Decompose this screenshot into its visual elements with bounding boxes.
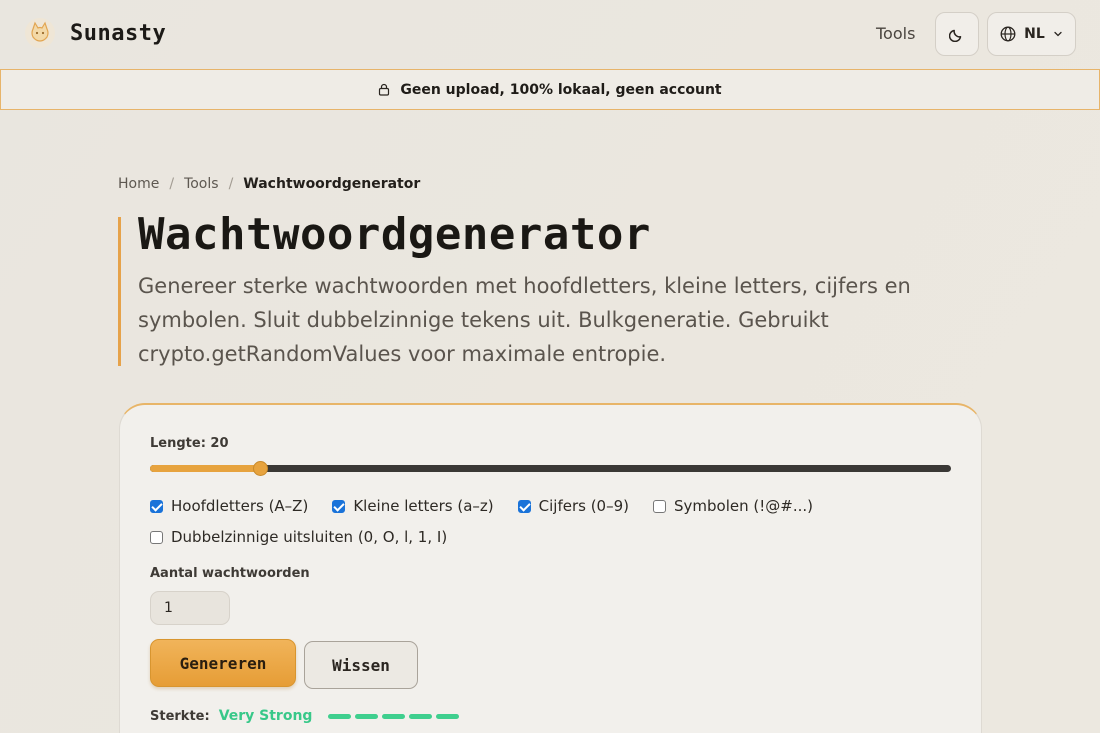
page-title: Wachtwoordgenerator xyxy=(138,209,651,260)
uppercase-label: Hoofdletters (A–Z) xyxy=(171,497,309,515)
strength-bar xyxy=(328,713,352,719)
privacy-banner: Geen upload, 100% lokaal, geen account xyxy=(0,69,1100,110)
page-description: Genereer sterke wachtwoorden met hoofdle… xyxy=(138,274,911,366)
strength-indicator: Sterkte: Very Strong xyxy=(150,708,460,724)
option-digits[interactable]: Cijfers (0–9) xyxy=(517,497,629,515)
brand-name: Sunasty xyxy=(70,20,167,46)
length-slider[interactable] xyxy=(150,461,951,476)
lowercase-label: Kleine letters (a–z) xyxy=(353,497,494,515)
privacy-banner-text: Geen upload, 100% lokaal, geen account xyxy=(400,81,722,98)
moon-icon xyxy=(949,29,962,42)
language-code: NL xyxy=(1024,26,1045,42)
symbols-checkbox[interactable] xyxy=(653,499,666,513)
option-exclude-ambiguous[interactable]: Dubbelzinnige uitsluiten (0, O, l, 1, I) xyxy=(150,528,447,546)
digits-label: Cijfers (0–9) xyxy=(538,497,629,515)
exclude-ambiguous-checkbox[interactable] xyxy=(150,530,163,544)
lock-icon xyxy=(379,83,390,96)
strength-label: Sterkte: xyxy=(150,708,210,724)
count-input[interactable] xyxy=(150,591,230,625)
strength-bar xyxy=(355,713,379,719)
strength-bar xyxy=(436,713,460,719)
breadcrumb-current: Wachtwoordgenerator xyxy=(243,176,421,192)
cat-logo-icon xyxy=(25,18,55,48)
globe-icon xyxy=(1000,26,1016,42)
slider-fill xyxy=(150,465,260,472)
page-header: Wachtwoordgenerator Genereer sterke wach… xyxy=(118,213,998,366)
count-label: Aantal wachtwoorden xyxy=(150,566,310,581)
strength-value: Very Strong xyxy=(218,708,313,724)
breadcrumb-home[interactable]: Home xyxy=(118,176,159,192)
brand-link[interactable]: Sunasty xyxy=(24,17,166,49)
symbols-label: Symbolen (!@#...) xyxy=(674,497,813,515)
strength-bar xyxy=(382,713,406,719)
breadcrumb-separator: / xyxy=(228,176,234,192)
top-navigation: Sunasty Tools NL xyxy=(0,0,1100,68)
theme-toggle-button[interactable] xyxy=(935,12,979,56)
slider-thumb[interactable] xyxy=(253,461,268,476)
option-symbols[interactable]: Symbolen (!@#...) xyxy=(653,497,813,515)
strength-bar xyxy=(409,713,433,719)
length-label: Lengte: 20 xyxy=(150,436,229,451)
uppercase-checkbox[interactable] xyxy=(150,499,163,513)
strength-bars xyxy=(328,713,460,719)
breadcrumb-separator: / xyxy=(169,176,175,192)
slider-track xyxy=(150,465,951,472)
option-lowercase[interactable]: Kleine letters (a–z) xyxy=(332,497,494,515)
breadcrumb-tools[interactable]: Tools xyxy=(184,176,219,192)
option-uppercase[interactable]: Hoofdletters (A–Z) xyxy=(150,497,308,515)
generate-button[interactable]: Genereren xyxy=(150,639,296,687)
clear-button[interactable]: Wissen xyxy=(304,641,418,689)
breadcrumb: Home / Tools / Wachtwoordgenerator xyxy=(118,176,420,192)
exclude-ambiguous-label: Dubbelzinnige uitsluiten (0, O, l, 1, I) xyxy=(171,528,448,546)
generator-card: Lengte: 20 Hoofdletters (A–Z) Kleine let… xyxy=(119,403,982,733)
digits-checkbox[interactable] xyxy=(517,499,531,513)
options-group: Hoofdletters (A–Z) Kleine letters (a–z) … xyxy=(150,497,837,559)
language-selector[interactable]: NL xyxy=(987,12,1076,56)
lowercase-checkbox[interactable] xyxy=(332,499,346,513)
nav-link-tools[interactable]: Tools xyxy=(876,24,915,43)
chevron-down-icon xyxy=(1054,31,1062,37)
